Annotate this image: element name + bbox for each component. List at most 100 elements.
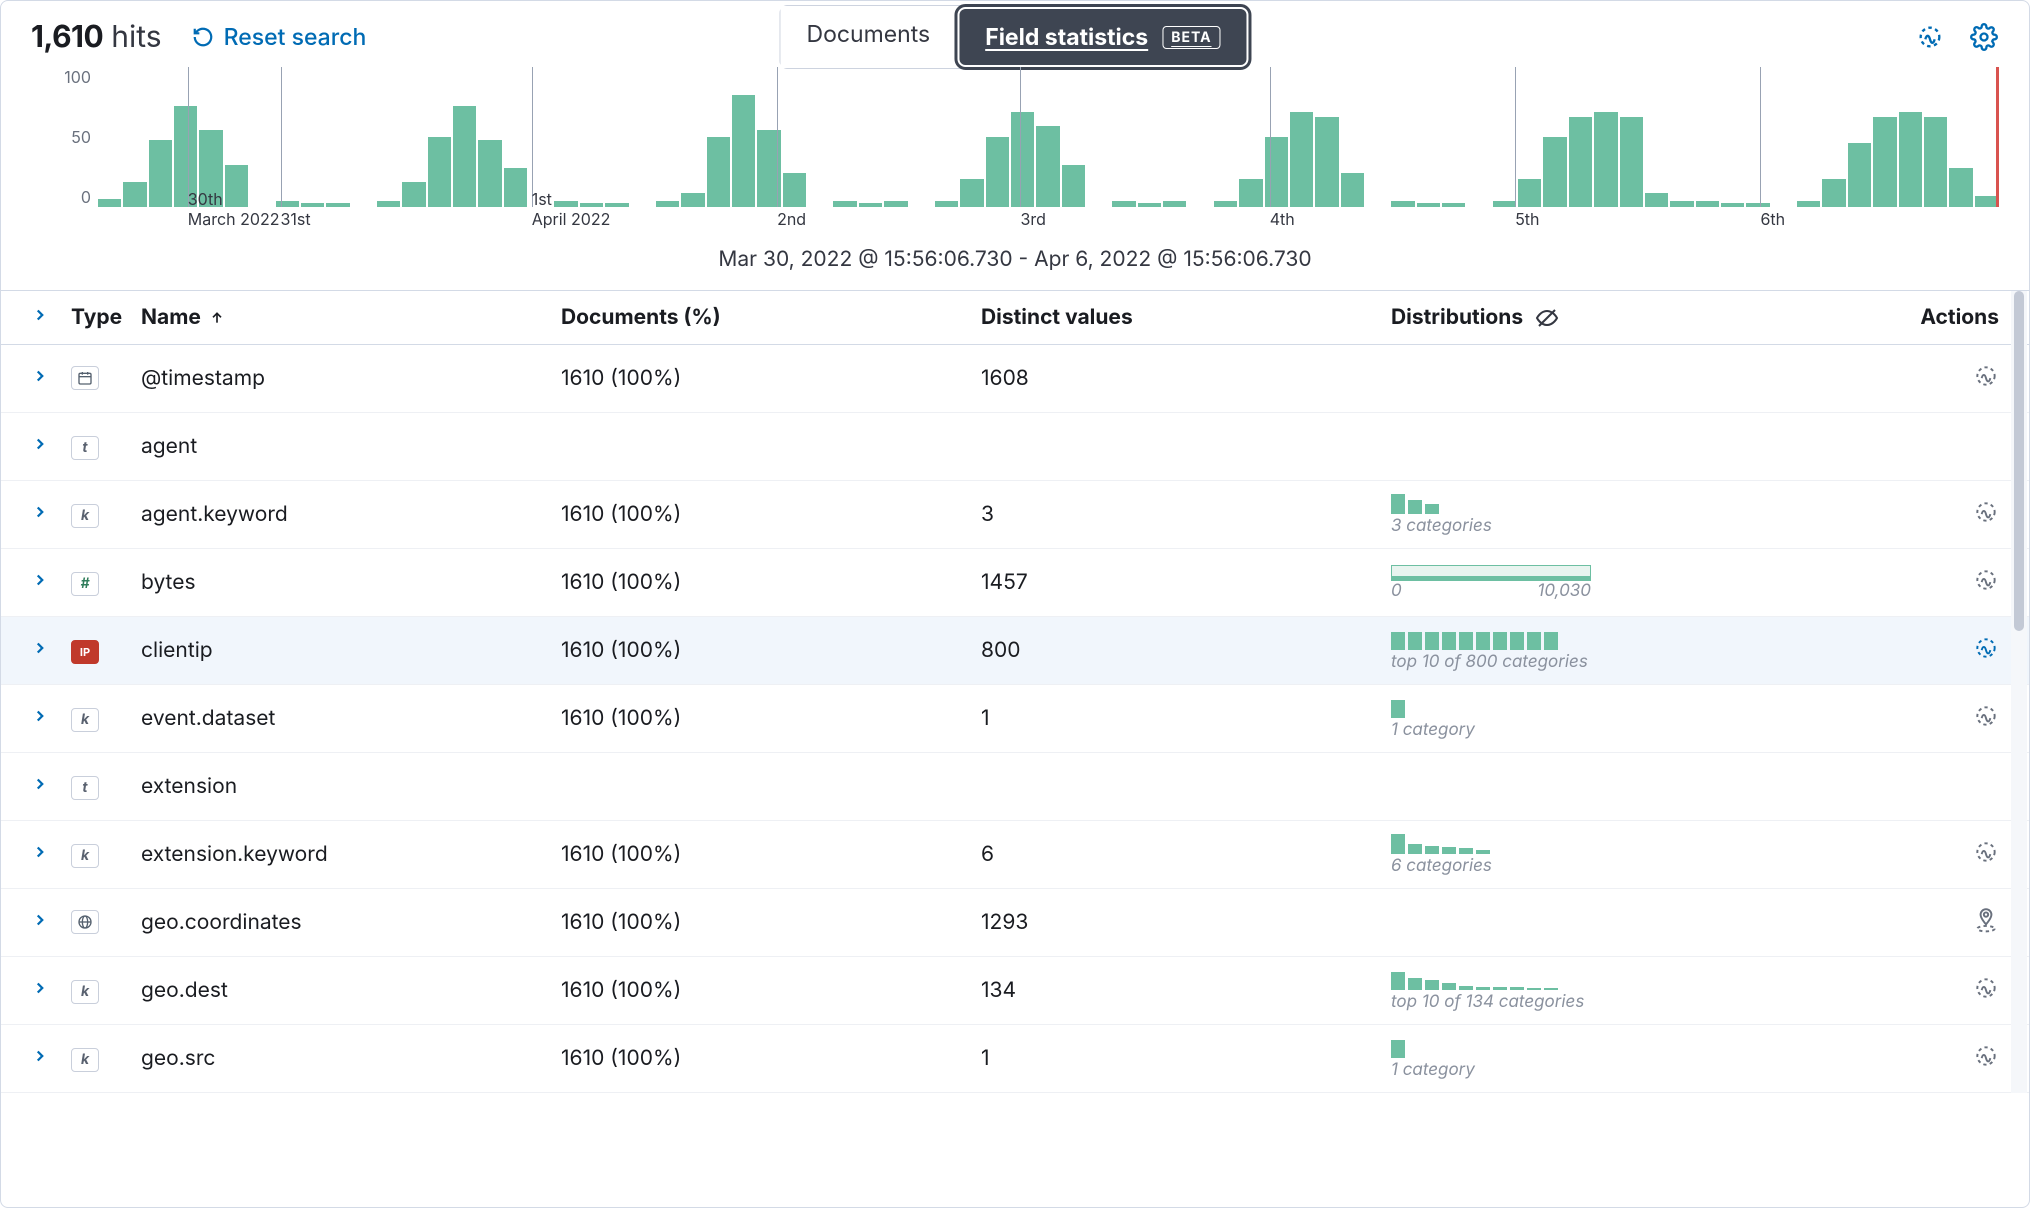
- histogram-bar[interactable]: [1239, 179, 1262, 207]
- histogram-bar[interactable]: [1797, 201, 1820, 207]
- table-row[interactable]: kgeo.dest1610 (100%)134top 10 of 134 cat…: [1, 957, 2029, 1025]
- histogram-bar[interactable]: [884, 201, 907, 207]
- scrollbar[interactable]: [2011, 291, 2027, 1093]
- explore-lens-icon[interactable]: [1899, 975, 1999, 1001]
- reset-search-link[interactable]: Reset search: [192, 23, 367, 51]
- histogram-bar[interactable]: [859, 203, 882, 207]
- table-row[interactable]: textension: [1, 753, 2029, 821]
- table-row[interactable]: kgeo.src1610 (100%)11 category: [1, 1025, 2029, 1093]
- explore-lens-icon[interactable]: [1899, 1043, 1999, 1069]
- col-distinct[interactable]: Distinct values: [981, 305, 1391, 330]
- expand-row-icon[interactable]: [31, 367, 49, 385]
- histogram-bar[interactable]: [1899, 112, 1922, 207]
- histogram-bar[interactable]: [1062, 165, 1085, 207]
- histogram-bar[interactable]: [1036, 126, 1059, 207]
- table-row[interactable]: @timestamp1610 (100%)1608: [1, 345, 2029, 413]
- histogram-bar[interactable]: [98, 199, 121, 207]
- col-distributions[interactable]: Distributions: [1391, 305, 1899, 330]
- histogram-bar[interactable]: [377, 201, 400, 207]
- explore-lens-icon[interactable]: [1899, 499, 1999, 525]
- histogram-bar[interactable]: [1569, 117, 1592, 207]
- expand-row-icon[interactable]: [31, 843, 49, 861]
- expand-row-icon[interactable]: [31, 911, 49, 929]
- histogram-bar[interactable]: [301, 203, 324, 207]
- histogram-bar[interactable]: [960, 179, 983, 207]
- histogram-bar[interactable]: [1924, 117, 1947, 207]
- explore-lens-icon[interactable]: [1899, 567, 1999, 593]
- explore-lens-icon[interactable]: [1899, 703, 1999, 729]
- col-type[interactable]: Type: [71, 305, 141, 330]
- histogram-bar[interactable]: [1975, 196, 1998, 207]
- histogram-bar[interactable]: [1442, 203, 1465, 207]
- histogram-bar[interactable]: [149, 140, 172, 207]
- histogram-bar[interactable]: [1417, 203, 1440, 207]
- settings-icon[interactable]: [1969, 22, 1999, 52]
- table-row[interactable]: #bytes1610 (100%)1457010,030: [1, 549, 2029, 617]
- histogram-bar[interactable]: [453, 106, 476, 207]
- histogram-bar[interactable]: [1112, 201, 1135, 207]
- histogram-bar[interactable]: [504, 168, 527, 207]
- histogram-bar[interactable]: [1620, 117, 1643, 207]
- histogram-bar[interactable]: [1391, 201, 1414, 207]
- histogram-bar[interactable]: [656, 201, 679, 207]
- histogram-bar[interactable]: [1315, 117, 1338, 207]
- tab-field-statistics[interactable]: Field statistics BETA: [959, 9, 1246, 65]
- explore-map-icon[interactable]: [1899, 907, 1999, 933]
- histogram-bar[interactable]: [1670, 201, 1693, 207]
- histogram-bar[interactable]: [1265, 137, 1288, 207]
- histogram-bar[interactable]: [1645, 193, 1668, 207]
- toggle-distributions-icon[interactable]: [1535, 306, 1559, 330]
- tab-documents[interactable]: Documents: [780, 6, 956, 68]
- table-row[interactable]: kextension.keyword1610 (100%)66 categori…: [1, 821, 2029, 889]
- col-documents[interactable]: Documents (%): [561, 305, 981, 330]
- histogram-bar[interactable]: [783, 173, 806, 207]
- histogram-bar[interactable]: [1594, 112, 1617, 207]
- scrollbar-thumb[interactable]: [2014, 291, 2024, 631]
- histogram-bar[interactable]: [1493, 201, 1516, 207]
- explore-lens-icon[interactable]: [1899, 635, 1999, 661]
- histogram-bar[interactable]: [1543, 137, 1566, 207]
- expand-row-icon[interactable]: [31, 435, 49, 453]
- histogram-bar[interactable]: [986, 137, 1009, 207]
- histogram-bar[interactable]: [1163, 201, 1186, 207]
- col-name[interactable]: Name: [141, 305, 561, 330]
- expand-row-icon[interactable]: [31, 1047, 49, 1065]
- expand-row-icon[interactable]: [31, 639, 49, 657]
- expand-all-icon[interactable]: [31, 306, 49, 324]
- table-row[interactable]: IPclientip1610 (100%)800top 10 of 800 ca…: [1, 617, 2029, 685]
- table-row[interactable]: kevent.dataset1610 (100%)11 category: [1, 685, 2029, 753]
- histogram-bar[interactable]: [732, 95, 755, 207]
- histogram-bar[interactable]: [123, 182, 146, 207]
- histogram-bar[interactable]: [1873, 117, 1896, 207]
- table-row[interactable]: geo.coordinates1610 (100%)1293: [1, 889, 2029, 957]
- table-row[interactable]: kagent.keyword1610 (100%)33 categories: [1, 481, 2029, 549]
- expand-row-icon[interactable]: [31, 775, 49, 793]
- histogram-bar[interactable]: [1214, 201, 1237, 207]
- histogram-bar[interactable]: [935, 201, 958, 207]
- histogram-chart[interactable]: 100 50 0 30thMarch 202231st1stApril 2022…: [1, 67, 2029, 227]
- open-lens-icon[interactable]: [1915, 22, 1945, 52]
- histogram-bar[interactable]: [1949, 168, 1972, 207]
- histogram-bar[interactable]: [681, 193, 704, 207]
- table-row[interactable]: tagent: [1, 413, 2029, 481]
- expand-row-icon[interactable]: [31, 707, 49, 725]
- histogram-bar[interactable]: [1341, 173, 1364, 207]
- histogram-bar[interactable]: [1696, 201, 1719, 207]
- histogram-bar[interactable]: [326, 203, 349, 207]
- histogram-bar[interactable]: [1721, 203, 1744, 207]
- explore-lens-icon[interactable]: [1899, 839, 1999, 865]
- histogram-bar[interactable]: [428, 137, 451, 207]
- expand-row-icon[interactable]: [31, 979, 49, 997]
- histogram-bar[interactable]: [478, 140, 501, 207]
- histogram-bar[interactable]: [1011, 112, 1034, 207]
- expand-row-icon[interactable]: [31, 571, 49, 589]
- histogram-bar[interactable]: [1822, 179, 1845, 207]
- explore-lens-icon[interactable]: [1899, 363, 1999, 389]
- histogram-bar[interactable]: [833, 201, 856, 207]
- histogram-bar[interactable]: [402, 182, 425, 207]
- histogram-bar[interactable]: [1848, 143, 1871, 207]
- histogram-bar[interactable]: [707, 137, 730, 207]
- histogram-bar[interactable]: [1290, 112, 1313, 207]
- expand-row-icon[interactable]: [31, 503, 49, 521]
- histogram-bar[interactable]: [1138, 203, 1161, 207]
